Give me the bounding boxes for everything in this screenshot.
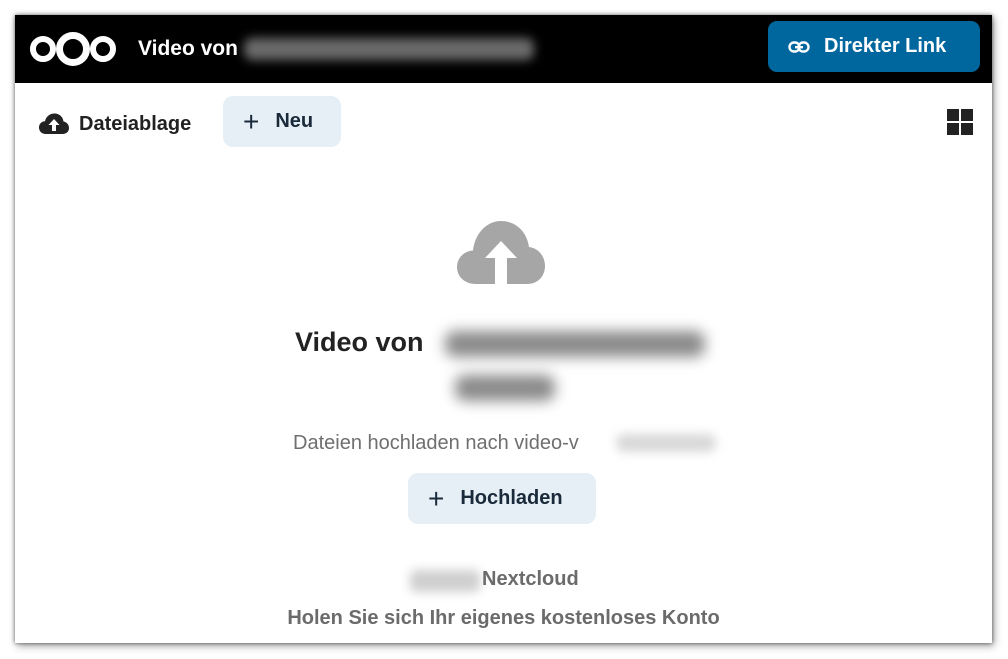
- signup-link[interactable]: Holen Sie sich Ihr eigenes kostenloses K…: [15, 607, 992, 630]
- blurred-share-name: [243, 38, 534, 60]
- share-title: Video von: [138, 35, 534, 63]
- empty-state-description-text: Dateien hochladen nach video-v: [293, 432, 579, 454]
- new-button-label: Neu: [275, 110, 314, 132]
- blurred-share-name: [455, 375, 555, 401]
- nextcloud-logo-icon[interactable]: [27, 31, 119, 67]
- link-icon: [788, 40, 810, 53]
- footer-brand-text: Nextcloud: [482, 568, 579, 590]
- plus-icon: +: [243, 105, 260, 137]
- cloud-upload-icon: [39, 113, 69, 134]
- blurred-folder-name: [616, 434, 716, 452]
- blurred-share-name: [445, 331, 705, 357]
- plus-icon: +: [428, 482, 445, 514]
- direct-link-button[interactable]: Direkter Link: [768, 21, 980, 72]
- footer-brand: Nextcloud: [410, 568, 610, 594]
- upload-button[interactable]: + Hochladen: [408, 473, 596, 524]
- direct-link-label: Direkter Link: [824, 35, 947, 57]
- cloud-upload-icon: [457, 221, 545, 284]
- upload-button-label: Hochladen: [460, 487, 563, 509]
- empty-state-title: Video von: [295, 327, 735, 401]
- empty-state-description: Dateien hochladen nach video-v: [293, 432, 716, 455]
- grid-view-icon[interactable]: [945, 107, 975, 137]
- empty-state-title-text: Video von: [295, 327, 424, 357]
- breadcrumb-home[interactable]: Dateiablage: [39, 110, 191, 138]
- blurred-owner-name: [410, 570, 480, 592]
- new-button[interactable]: + Neu: [223, 96, 341, 147]
- share-title-text: Video von: [138, 37, 238, 60]
- header-bar: Video von Direkter Link: [15, 15, 992, 83]
- breadcrumb-label: Dateiablage: [79, 112, 192, 135]
- public-share-window: Video von Direkter Link Dateiablage + Ne…: [15, 15, 992, 643]
